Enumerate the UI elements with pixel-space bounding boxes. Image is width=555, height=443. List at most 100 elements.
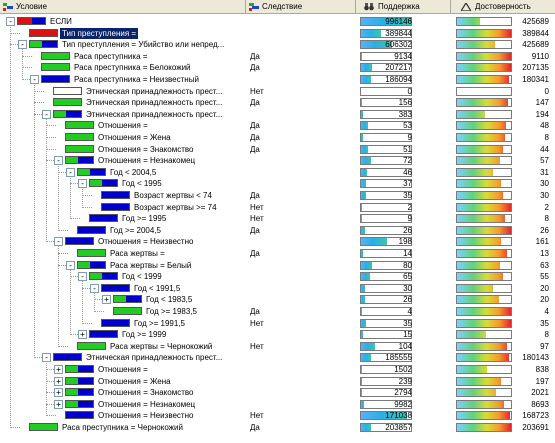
- tree-row[interactable]: - Этническая принадлежность прест... 383 19…: [0, 109, 555, 120]
- tree-row[interactable]: + Отношения = Незнакомец 9982 8693: [0, 399, 555, 410]
- tree-row[interactable]: Возраст жертвы < 74 Да 35 30: [0, 190, 555, 201]
- tree-row[interactable]: Этническая принадлежность прест... Нет 0 0: [0, 86, 555, 97]
- tree-row[interactable]: Этническая принадлежность прест... Да 156 1…: [0, 97, 555, 108]
- rule-consequence-value: Нет: [250, 341, 264, 351]
- support-value: 606302: [385, 40, 412, 50]
- tree-branch-line: [94, 311, 104, 312]
- rule-consequence-value: Да: [250, 249, 260, 258]
- tree-row[interactable]: + Отношения = 1502 838: [0, 364, 555, 375]
- collapse-node-button[interactable]: -: [30, 75, 39, 84]
- tree-row[interactable]: - Тип преступления = Убийство или непред.…: [0, 39, 555, 50]
- collapse-node-button[interactable]: -: [54, 156, 63, 166]
- expand-node-button[interactable]: +: [78, 330, 87, 340]
- support-value: 35: [403, 318, 412, 328]
- rule-indicator-icon: [89, 214, 118, 223]
- tree-row[interactable]: - Год < 1991,5 30 20: [0, 283, 555, 294]
- tree-row[interactable]: Тип преступления = 389844 389844: [0, 27, 555, 39]
- tree-row[interactable]: - Год < 2004,5 46 31: [0, 167, 555, 178]
- tree-row[interactable]: + Год < 1983,5 26 20: [0, 294, 555, 305]
- collapse-node-button[interactable]: -: [54, 237, 63, 247]
- tree-row[interactable]: + Год >= 1999 15 8: [0, 329, 555, 340]
- tree-row[interactable]: + Отношения = Знакомство 2794 2021: [0, 387, 555, 398]
- expand-node-button[interactable]: +: [54, 388, 63, 398]
- expand-node-button[interactable]: +: [102, 295, 111, 305]
- rule-condition-label: Раса жертвы =: [110, 249, 165, 258]
- tree-row[interactable]: - Год < 1999 65 55: [0, 271, 555, 282]
- tree-row[interactable]: - Отношения = Незнакомец 72 57: [0, 155, 555, 166]
- rule-consequence-value: Да: [250, 225, 260, 235]
- tree-row[interactable]: Раса преступника = Чернокожий Да 203857 203…: [0, 422, 555, 433]
- support-value: 203857: [385, 423, 412, 432]
- rule-indicator-icon: [65, 388, 94, 397]
- tree-row[interactable]: Отношения = Да 53 48: [0, 120, 555, 131]
- rule-indicator-icon: [77, 167, 106, 176]
- tree-branch-line: [58, 253, 68, 254]
- support-value: 383: [398, 109, 412, 119]
- collapse-node-button[interactable]: -: [66, 260, 75, 270]
- collapse-node-button[interactable]: -: [66, 167, 75, 177]
- tree-branch-line: [58, 229, 68, 231]
- support-value: 9: [407, 133, 412, 142]
- tree-row[interactable]: Возраст жертвы >= 74 Нет 2 2: [0, 202, 555, 213]
- tree-row[interactable]: Год >= 2004,5 Да 26 26: [0, 225, 555, 236]
- tree-row[interactable]: - Год < 1995 37 30: [0, 178, 555, 189]
- collapse-node-button[interactable]: -: [42, 109, 51, 119]
- column-header: Условие Следствие Поддержка Достоверност…: [0, 0, 555, 14]
- tree-branch-line: [70, 218, 80, 220]
- tree-row[interactable]: Раса преступника = Белокожий Да 207217 2071…: [0, 62, 555, 73]
- rule-indicator-icon: [17, 17, 46, 25]
- tree-row[interactable]: Отношения = Знакомство Да 51 44: [0, 144, 555, 155]
- rule-indicator-icon: [41, 63, 70, 72]
- support-value: 35: [403, 191, 412, 200]
- rule-condition-label: Отношения = Знакомство: [98, 388, 194, 398]
- tree-row[interactable]: + Отношения = Жена 239 197: [0, 376, 555, 387]
- rule-indicator-icon: [53, 86, 82, 95]
- tree-row[interactable]: Отношения = Жена Да 9 8: [0, 132, 555, 143]
- rule-condition-label: Отношения = Знакомство: [98, 144, 194, 154]
- tree-row[interactable]: Год >= 1991,5 Нет 35 35: [0, 318, 555, 329]
- expand-node-button[interactable]: +: [54, 365, 63, 374]
- collapse-node-button[interactable]: -: [78, 179, 87, 189]
- tree-branch-line: [34, 90, 44, 92]
- rule-condition-label: Раса жертвы = Белый: [110, 260, 192, 270]
- tree-row[interactable]: Раса жертвы = Чернокожий Нет 104 97: [0, 341, 555, 352]
- tree-row[interactable]: Год >= 1995 Нет 9 8: [0, 213, 555, 224]
- rule-consequence-value: Да: [250, 133, 260, 142]
- rule-indicator-icon: [41, 51, 70, 60]
- support-value: 2: [407, 202, 412, 212]
- support-column-header[interactable]: Поддержка: [356, 0, 451, 14]
- collapse-node-button[interactable]: -: [90, 283, 99, 293]
- support-value: 9: [407, 214, 412, 224]
- rule-indicator-icon: [77, 341, 106, 350]
- expand-node-button[interactable]: +: [54, 399, 63, 409]
- condition-column-header[interactable]: Условие: [0, 0, 246, 14]
- support-value: 53: [403, 121, 412, 131]
- collapse-node-button[interactable]: -: [6, 17, 15, 26]
- tree-row[interactable]: - Раса жертвы = Белый 80 63: [0, 260, 555, 271]
- tree-row[interactable]: - Отношения = Неизвестно 198 161: [0, 236, 555, 247]
- support-value: 26: [403, 225, 412, 235]
- collapse-node-button[interactable]: -: [18, 40, 27, 50]
- rule-condition-label: Раса преступника =: [74, 51, 148, 61]
- support-value: 51: [403, 144, 412, 154]
- tree-row[interactable]: Раса жертвы = Да 14 13: [0, 248, 555, 259]
- rule-indicator-icon: [89, 330, 118, 339]
- tree-row[interactable]: Отношения = Неизвестно Нет 171038 168723: [0, 410, 555, 421]
- tree-row[interactable]: - Раса преступника = Неизвестный 186094 180…: [0, 74, 555, 85]
- support-value: 389844: [385, 28, 412, 38]
- collapse-node-button[interactable]: -: [78, 272, 87, 282]
- confidence-value: 180341: [522, 75, 549, 84]
- rule-indicator-icon: [29, 40, 58, 49]
- confidence-value: 8: [544, 330, 549, 340]
- confidence-value: 20: [540, 295, 549, 305]
- tree-row[interactable]: Год >= 1983,5 Да 4 4: [0, 306, 555, 317]
- tree-row[interactable]: Раса преступника = Да 9134 9110: [0, 51, 555, 62]
- tree-row[interactable]: - Этническая принадлежность прест... 18555…: [0, 352, 555, 363]
- confidence-column-header[interactable]: Достоверность: [451, 0, 555, 14]
- tree-row[interactable]: - ЕСЛИ 996146 425689: [0, 16, 555, 27]
- consequence-column-header[interactable]: Следствие: [246, 0, 356, 14]
- rule-condition-label: Отношения = Незнакомец: [98, 156, 196, 166]
- collapse-node-button[interactable]: -: [42, 353, 51, 363]
- support-value: 80: [403, 260, 412, 270]
- expand-node-button[interactable]: +: [54, 376, 63, 386]
